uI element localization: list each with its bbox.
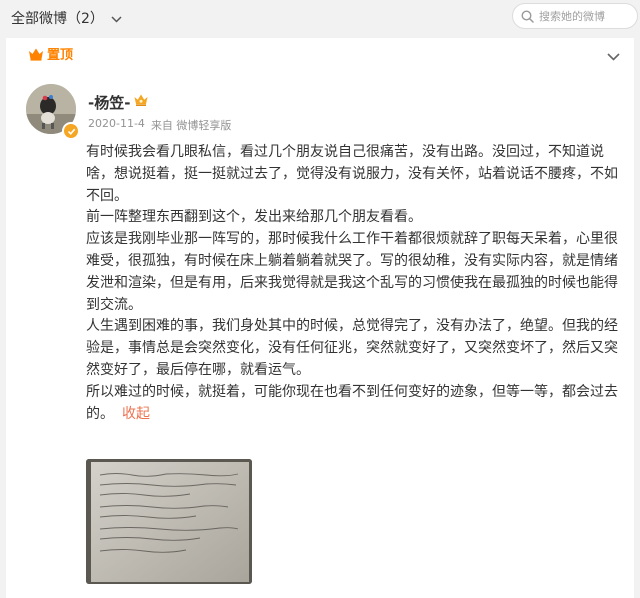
chevron-down-icon: [111, 13, 122, 26]
post-paragraph: 所以难过的时候，就挺着，可能你现在也看不到任何变好的迹象，但等一等，都会过去的。…: [86, 382, 624, 426]
search-icon: [521, 9, 534, 23]
filter-label: 全部微博（2）: [11, 11, 104, 27]
post-meta: 2020-11-4 来自 微博轻享版: [88, 117, 231, 133]
post-text: 有时候我会看几眼私信，看过几个朋友说自己很痛苦，没有出路。没回过，不知道说啥，想…: [86, 142, 624, 425]
search-box[interactable]: [512, 3, 638, 29]
pinned-tag: 置顶: [28, 44, 73, 63]
post-menu-chevron-icon[interactable]: [607, 46, 620, 65]
pinned-label: 置顶: [47, 48, 74, 63]
post-last-paragraph: 所以难过的时候，就挺着，可能你现在也看不到任何变好的迹象，但等一等，都会过去的。: [86, 383, 618, 422]
search-input[interactable]: [539, 9, 629, 23]
post-paragraph: 有时候我会看几眼私信，看过几个朋友说自己很痛苦，没有出路。没回过，不知道说啥，想…: [86, 144, 618, 204]
weibo-filter-dropdown[interactable]: 全部微博（2）: [11, 8, 122, 28]
post-source[interactable]: 来自 微博轻享版: [151, 117, 232, 133]
post-image-handwritten-note[interactable]: [86, 459, 252, 584]
crown-icon: [29, 48, 43, 61]
vip-crown-icon: [133, 92, 149, 111]
post-date[interactable]: 2020-11-4: [88, 117, 145, 133]
top-bar: 全部微博（2）: [0, 0, 640, 36]
author-name[interactable]: -杨笠-: [88, 92, 130, 113]
post-paragraph: 应该是我刚毕业那一阵写的，那时候我什么工作干着都很烦就辞了职每天呆着，心里很难受…: [86, 231, 618, 313]
verified-badge-icon: [62, 122, 80, 140]
post-paragraph: 人生遇到困难的事，我们身处其中的时候，总觉得完了，没有办法了，绝望。但我的经验是…: [86, 318, 618, 378]
post-paragraph: 前一阵整理东西翻到这个，发出来给那几个朋友看看。: [86, 209, 422, 226]
weibo-post-card: 置顶 -杨笠- 2020-11-4 来自 微博轻享版 有时候我会看几眼私信，看过…: [6, 38, 634, 598]
collapse-link[interactable]: 收起: [122, 406, 150, 422]
